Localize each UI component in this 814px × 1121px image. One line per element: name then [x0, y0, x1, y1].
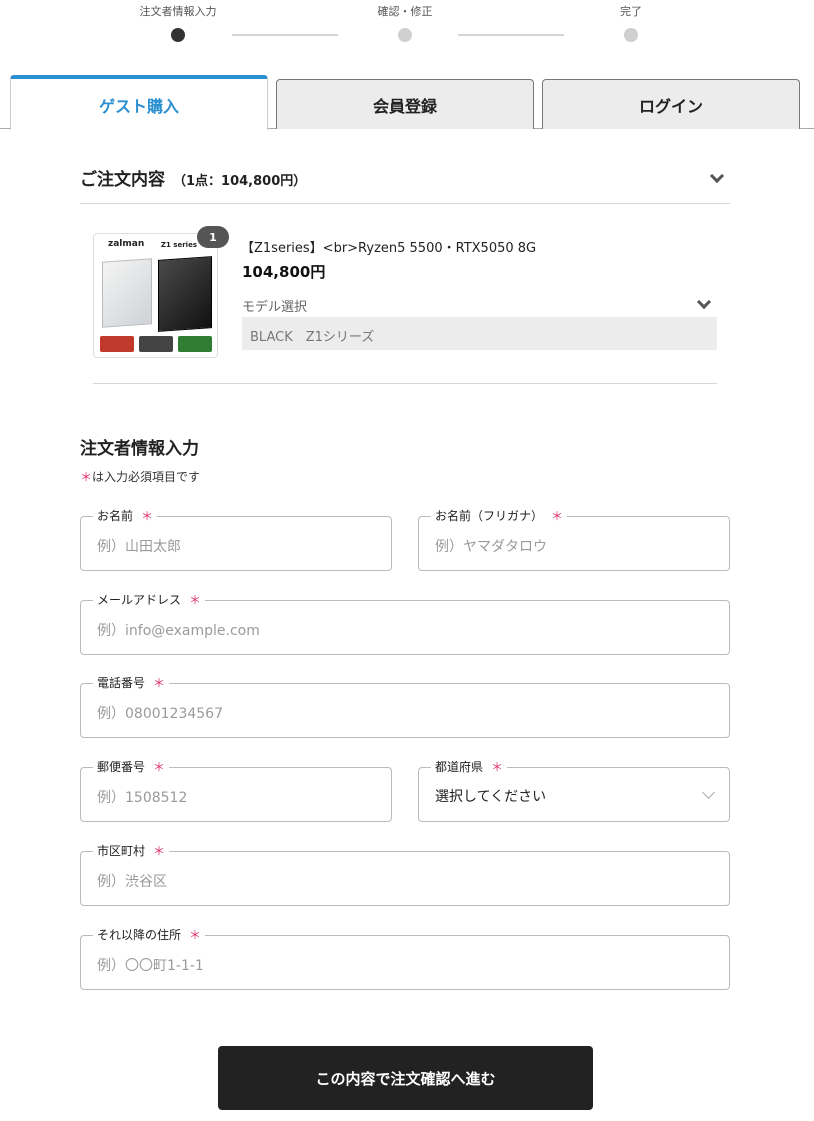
address-placeholder: 例）〇〇町1-1-1: [97, 958, 204, 974]
step-label-confirm: 確認・修正: [377, 5, 433, 18]
required-mark: ＊: [491, 760, 504, 774]
required-mark: ＊: [153, 844, 166, 858]
spec-badges: [100, 336, 212, 354]
kana-label: お名前（フリガナ）＊: [431, 508, 568, 524]
name-placeholder: 例）山田太郎: [97, 539, 181, 555]
chevron-down-icon: [702, 786, 715, 799]
step-dot: [624, 28, 638, 42]
purchase-mode-tabs: ゲスト購入 会員登録 ログイン: [0, 75, 814, 130]
msi-badge-icon: [139, 336, 173, 352]
required-note: ＊は入力必須項目です: [80, 470, 201, 484]
step-label-input: 注文者情報入力: [139, 5, 217, 18]
email-label: メールアドレス＊: [93, 592, 206, 608]
chevron-down-icon[interactable]: [696, 294, 712, 310]
name-field[interactable]: お名前＊ 例）山田太郎: [80, 508, 392, 571]
phone-placeholder: 例）08001234567: [97, 706, 223, 722]
order-summary-title: ご注文内容 （1点：104,800円）: [80, 170, 307, 190]
prefecture-label: 都道府県＊: [431, 759, 508, 775]
tab-login[interactable]: ログイン: [542, 79, 800, 129]
pc-case-black: [158, 256, 212, 332]
city-placeholder: 例）渋谷区: [97, 874, 167, 890]
city-field[interactable]: 市区町村＊ 例）渋谷区: [80, 843, 730, 906]
zip-field[interactable]: 郵便番号＊ 例）1508512: [80, 759, 392, 822]
product-name: 【Z1series】<br>Ryzen5 5500・RTX5050 8G: [241, 241, 537, 256]
step-connector: [458, 34, 564, 36]
address-label: それ以降の住所＊: [93, 927, 206, 943]
step-dot: [398, 28, 412, 42]
zip-label: 郵便番号＊: [93, 759, 170, 775]
address-field[interactable]: それ以降の住所＊ 例）〇〇町1-1-1: [80, 927, 730, 990]
product-image-series: Z1 series: [160, 241, 197, 249]
email-field[interactable]: メールアドレス＊ 例）info@example.com: [80, 592, 730, 655]
step-connector: [232, 34, 338, 36]
product-image: zalman Z1 series: [93, 233, 218, 358]
zip-placeholder: 例）1508512: [97, 790, 188, 806]
pc-case-white: [102, 258, 152, 328]
kana-field[interactable]: お名前（フリガナ）＊ 例）ヤマダタロウ: [418, 508, 730, 571]
order-item: zalman Z1 series 1 【Z1series】<br>Ryzen5 …: [93, 226, 717, 384]
required-mark: ＊: [153, 760, 166, 774]
step-dot-current: [171, 28, 185, 42]
required-mark: ＊: [153, 676, 166, 690]
email-placeholder: 例）info@example.com: [97, 623, 260, 639]
name-label: お名前＊: [93, 508, 158, 524]
phone-field[interactable]: 電話番号＊ 例）08001234567: [80, 675, 730, 738]
proceed-to-confirm-button[interactable]: この内容で注文確認へ進む: [218, 1046, 593, 1110]
product-image-brand: zalman: [108, 239, 145, 249]
phone-label: 電話番号＊: [93, 675, 170, 691]
required-mark: ＊: [189, 593, 202, 607]
quantity-badge: 1: [197, 226, 229, 248]
order-summary-count: （1点：104,800円）: [173, 174, 307, 189]
progress-stepper: 注文者情報入力 確認・修正 完了: [0, 0, 814, 60]
city-label: 市区町村＊: [93, 843, 170, 859]
model-select-label: モデル選択: [242, 300, 308, 315]
required-mark: ＊: [189, 928, 202, 942]
section-title: 注文者情報入力: [80, 439, 199, 459]
geforce-badge-icon: [178, 336, 212, 352]
product-price: 104,800円: [242, 263, 326, 281]
prefecture-select[interactable]: 都道府県＊ 選択してください: [418, 759, 730, 822]
chevron-down-icon: [709, 168, 725, 184]
prefecture-value: 選択してください: [435, 789, 547, 805]
required-mark: ＊: [551, 509, 564, 523]
step-label-complete: 完了: [620, 5, 642, 18]
order-summary-toggle[interactable]: ご注文内容 （1点：104,800円）: [80, 158, 730, 204]
ryzen-badge-icon: [100, 336, 134, 352]
tab-member-register[interactable]: 会員登録: [276, 79, 534, 129]
kana-placeholder: 例）ヤマダタロウ: [435, 539, 547, 555]
required-mark: ＊: [141, 509, 154, 523]
tab-guest-purchase[interactable]: ゲスト購入: [10, 75, 268, 130]
model-select[interactable]: BLACK Z1シリーズ: [242, 317, 717, 350]
